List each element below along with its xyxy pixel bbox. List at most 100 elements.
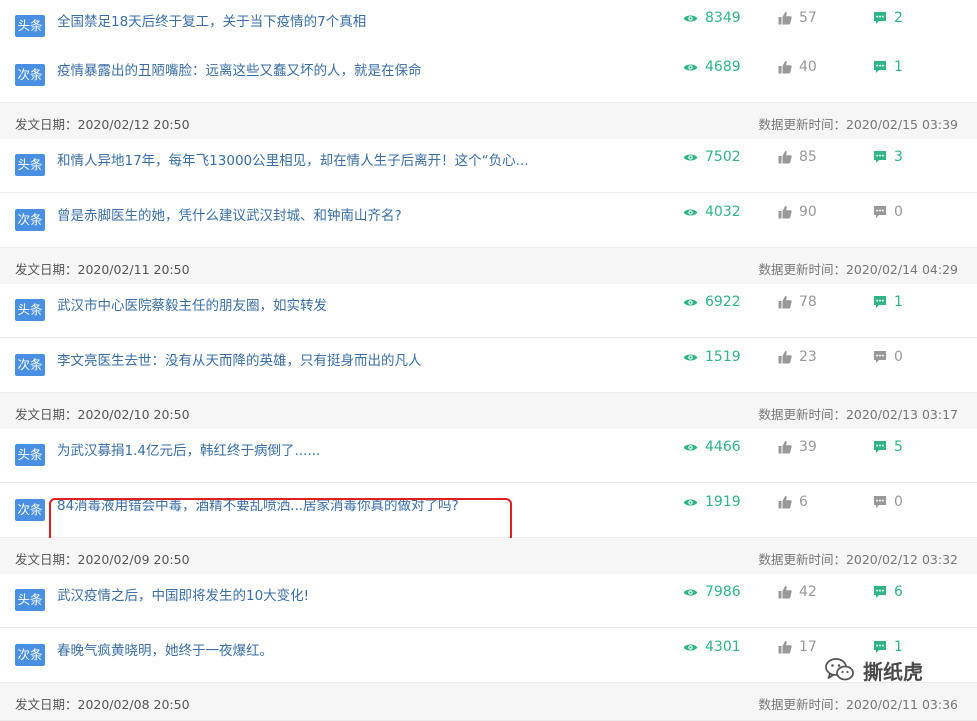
data-update-time: 数据更新时间：2020/02/13 03:17 [758,407,958,422]
comment-bubble-icon [874,296,886,308]
thumbs-up-icon [778,150,792,164]
view-count: 4301 [683,638,741,656]
comment-count-value: 6 [894,584,903,600]
article-position-badge: 次条 [15,209,45,231]
view-count: 4032 [683,203,741,221]
thumbs-up-icon [778,350,792,364]
view-count-value: 8349 [705,10,741,26]
article-title-link[interactable]: 武汉市中心医院蔡毅主任的朋友圈，如实转发 [57,294,327,314]
watermark-text: 撕纸虎 [863,659,923,684]
article-row: 头条 全国禁足18天后终于复工，关于当下疫情的7个真相 8349 57 2 [0,0,977,54]
comment-count[interactable]: 0 [873,348,903,366]
view-count-value: 4689 [705,59,741,75]
article-title-link[interactable]: 为武汉募捐1.4亿元后，韩红终于病倒了...... [57,439,320,459]
publish-date: 发文日期：2020/02/12 20:50 [15,117,190,132]
date-separator-row: 发文日期：2020/02/09 20:50 数据更新时间：2020/02/12 0… [0,538,977,576]
article-position-badge: 头条 [15,299,45,321]
article-title-link[interactable]: 武汉疫情之后，中国即将发生的10大变化! [57,584,309,604]
wechat-icon [825,658,854,681]
article-title-link[interactable]: 曾是赤脚医生的她，凭什么建议武汉封城、和钟南山齐名? [57,204,402,224]
comment-count[interactable]: 6 [873,583,903,601]
thumbs-up-icon [778,585,792,599]
eye-icon [683,589,698,595]
publish-date: 发文日期：2020/02/10 20:50 [15,407,190,422]
thumbs-up-icon [778,440,792,454]
view-count: 8349 [683,9,741,27]
article-row: 次条 84消毒液用错会中毒，酒精不要乱喷洒...居家消毒你真的做对了吗? 1919 6… [0,484,977,543]
thumbs-up-icon [778,295,792,309]
article-title-link[interactable]: 全国禁足18天后终于复工，关于当下疫情的7个真相 [57,10,366,30]
like-count: 57 [778,9,817,27]
article-position-badge: 次条 [15,354,45,376]
view-count-value: 6922 [705,294,741,310]
article-row: 次条 曾是赤脚医生的她，凭什么建议武汉封城、和钟南山齐名? 4032 90 0 [0,194,977,248]
date-separator-row: 发文日期：2020/02/11 20:50 数据更新时间：2020/02/14 0… [0,248,977,286]
view-count: 1919 [683,493,741,511]
article-title-link[interactable]: 李文亮医生去世：没有从天而降的英雄，只有挺身而出的凡人 [57,349,422,369]
watermark: 撕纸虎 [825,652,955,688]
publish-date: 发文日期：2020/02/09 20:50 [15,552,190,567]
view-count: 4466 [683,438,741,456]
comment-count[interactable]: 5 [873,438,903,456]
article-position-badge: 头条 [15,15,45,37]
comment-bubble-icon [874,351,886,363]
comment-count[interactable]: 0 [873,493,903,511]
thumbs-up-icon [778,60,792,74]
article-position-badge: 次条 [15,499,45,521]
comment-count[interactable]: 2 [873,9,903,27]
view-count-value: 4032 [705,204,741,220]
article-row: 次条 李文亮医生去世：没有从天而降的英雄，只有挺身而出的凡人 1519 23 0 [0,339,977,393]
data-update-time: 数据更新时间：2020/02/12 03:32 [758,552,958,567]
data-update-time: 数据更新时间：2020/02/14 04:29 [758,262,958,277]
like-count: 90 [778,203,817,221]
view-count-value: 4466 [705,439,741,455]
view-count-value: 7502 [705,149,741,165]
comment-count[interactable]: 1 [873,293,903,311]
eye-icon [683,354,698,360]
data-update-time: 数据更新时间：2020/02/15 03:39 [758,117,958,132]
comment-count-value: 0 [894,494,903,510]
article-title-link[interactable]: 84消毒液用错会中毒，酒精不要乱喷洒...居家消毒你真的做对了吗? [57,494,459,514]
data-update-time: 数据更新时间：2020/02/11 03:36 [758,697,958,712]
thumbs-up-icon [778,11,792,25]
like-count-value: 39 [799,439,817,455]
comment-count[interactable]: 0 [873,203,903,221]
thumbs-up-icon [778,205,792,219]
like-count: 85 [778,148,817,166]
comment-bubble-icon [874,61,886,73]
article-row: 头条 武汉市中心医院蔡毅主任的朋友圈，如实转发 6922 78 1 [0,284,977,338]
view-count: 6922 [683,293,741,311]
article-row: 头条 武汉疫情之后，中国即将发生的10大变化! 7986 42 6 [0,574,977,628]
article-title-link[interactable]: 和情人异地17年，每年飞13000公里相见，却在情人生子后离开！这个“负心... [57,149,529,169]
eye-icon [683,209,698,215]
comment-bubble-icon [874,441,886,453]
comment-count[interactable]: 1 [873,58,903,76]
like-count-value: 17 [799,639,817,655]
like-count: 6 [778,493,808,511]
article-title-link[interactable]: 疫情暴露出的丑陋嘴脸：远离这些又蠢又坏的人，就是在保命 [57,59,422,79]
eye-icon [683,499,698,505]
publish-date: 发文日期：2020/02/08 20:50 [15,697,190,712]
article-row: 次条 疫情暴露出的丑陋嘴脸：远离这些又蠢又坏的人，就是在保命 4689 40 1 [0,49,977,103]
eye-icon [683,299,698,305]
like-count: 39 [778,438,817,456]
comment-count-value: 5 [894,439,903,455]
article-title-link[interactable]: 春晚气疯黄晓明，她终于一夜爆红。 [57,639,273,659]
article-row: 头条 和情人异地17年，每年飞13000公里相见，却在情人生子后离开！这个“负心.… [0,139,977,193]
eye-icon [683,444,698,450]
thumbs-up-icon [778,640,792,654]
article-position-badge: 次条 [15,64,45,86]
date-separator-row: 发文日期：2020/02/08 20:50 数据更新时间：2020/02/11 0… [0,683,977,721]
publish-date: 发文日期：2020/02/11 20:50 [15,262,190,277]
view-count-value: 4301 [705,639,741,655]
like-count: 78 [778,293,817,311]
eye-icon [683,644,698,650]
like-count-value: 6 [799,494,808,510]
view-count-value: 1519 [705,349,741,365]
date-separator-row: 发文日期：2020/02/12 20:50 数据更新时间：2020/02/15 0… [0,103,977,141]
comment-count-value: 1 [894,294,903,310]
comment-count[interactable]: 3 [873,148,903,166]
view-count: 7986 [683,583,741,601]
like-count-value: 42 [799,584,817,600]
eye-icon [683,154,698,160]
